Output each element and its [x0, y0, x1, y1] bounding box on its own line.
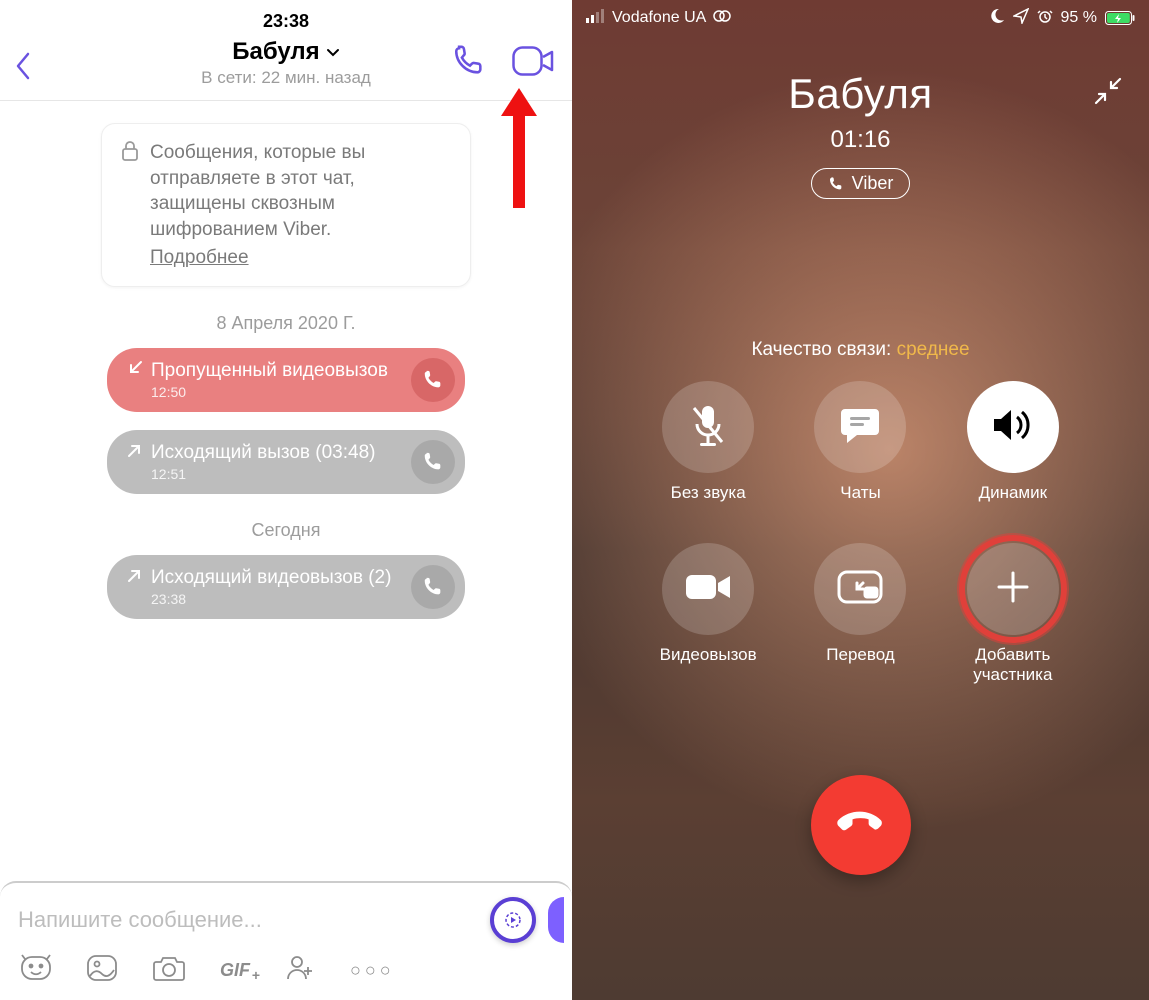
- hangup-button[interactable]: [811, 775, 911, 875]
- moon-icon: [989, 8, 1005, 29]
- viber-badge-text: Viber: [852, 173, 894, 194]
- call-title: Исходящий видеовызов (2): [151, 567, 391, 589]
- message-input-area: Напишите сообщение... GIF+: [0, 881, 572, 1000]
- battery-icon: [1105, 11, 1135, 25]
- date-separator: Сегодня: [14, 520, 558, 541]
- encryption-notice: Сообщения, которые вы отправляете в этот…: [101, 123, 471, 287]
- hangup-icon: [835, 797, 887, 854]
- back-button[interactable]: [14, 50, 32, 87]
- call-back-button[interactable]: [411, 565, 455, 609]
- viber-badge: Viber: [811, 168, 911, 199]
- video-button[interactable]: Видеовызов: [632, 543, 784, 687]
- arrow-out-icon: [127, 442, 143, 464]
- call-log-outgoing[interactable]: Исходящий видеовызов (2) 23:38: [107, 555, 465, 619]
- chats-button[interactable]: Чаты: [784, 381, 936, 525]
- lock-icon: [120, 140, 140, 170]
- call-header: Бабуля 01:16 Viber: [572, 36, 1149, 199]
- quality-label: Качество связи:: [751, 339, 896, 360]
- chat-icon: [839, 405, 881, 450]
- chat-body: Сообщения, которые вы отправляете в этот…: [0, 101, 572, 881]
- video-icon: [684, 571, 732, 608]
- call-title: Пропущенный видеовызов: [151, 360, 388, 382]
- add-label: Добавить участника: [937, 645, 1089, 687]
- chats-label: Чаты: [840, 483, 880, 525]
- mute-button[interactable]: Без звука: [632, 381, 784, 525]
- call-log-outgoing[interactable]: Исходящий вызов (03:48) 12:51: [107, 430, 465, 494]
- minimize-button[interactable]: [1093, 76, 1123, 111]
- call-title: Исходящий вызов (03:48): [151, 442, 376, 464]
- contact-name-text: Бабуля: [232, 38, 319, 66]
- location-icon: [1013, 8, 1029, 29]
- call-contact-name: Бабуля: [572, 70, 1149, 118]
- message-input[interactable]: Напишите сообщение...: [14, 901, 478, 939]
- add-participant-button[interactable]: Добавить участника: [937, 543, 1089, 687]
- scroll-fab[interactable]: [548, 897, 564, 943]
- call-screen: Vodafone UA 95 % Бабуля 01:16 Viber: [572, 0, 1149, 1000]
- carrier-label: Vodafone UA: [612, 9, 706, 27]
- call-log-missed[interactable]: Пропущенный видеовызов 12:50: [107, 348, 465, 412]
- battery-label: 95 %: [1061, 9, 1097, 27]
- date-separator: 8 Апреля 2020 Г.: [14, 313, 558, 334]
- encryption-text: Сообщения, которые вы отправляете в этот…: [150, 142, 365, 240]
- call-time: 12:51: [127, 466, 397, 482]
- contact-name[interactable]: Бабуля: [232, 38, 339, 66]
- chat-header: Бабуля В сети: 22 мин. назад: [0, 32, 572, 101]
- status-time: 23:38: [263, 11, 309, 32]
- voice-call-button[interactable]: [452, 44, 486, 83]
- arrow-in-icon: [127, 360, 143, 382]
- gallery-icon[interactable]: [86, 954, 118, 987]
- chat-screen: 23:38 Бабуля В сети: 22 мин. назад: [0, 0, 572, 1000]
- speaker-label: Динамик: [979, 483, 1047, 525]
- call-back-button[interactable]: [411, 440, 455, 484]
- transfer-icon: [835, 568, 885, 611]
- video-label: Видеовызов: [660, 645, 757, 687]
- call-time: 23:38: [127, 591, 397, 607]
- chevron-down-icon: [326, 38, 340, 66]
- speaker-button[interactable]: Динамик: [937, 381, 1089, 525]
- call-quality: Качество связи: среднее: [572, 339, 1149, 361]
- transfer-button[interactable]: Перевод: [784, 543, 936, 687]
- status-bar: 23:38: [0, 0, 572, 32]
- call-duration: 01:16: [572, 126, 1149, 154]
- video-call-button[interactable]: [512, 46, 554, 81]
- annotation-highlight: [959, 535, 1067, 643]
- quality-value: среднее: [897, 339, 970, 360]
- sticker-icon[interactable]: [20, 953, 52, 988]
- signal-icon: [586, 9, 606, 28]
- transfer-label: Перевод: [826, 645, 894, 687]
- speaker-icon: [990, 405, 1036, 450]
- mute-label: Без звука: [671, 483, 746, 525]
- more-icon[interactable]: ○○○: [350, 960, 395, 981]
- status-bar: Vodafone UA 95 %: [572, 0, 1149, 36]
- gif-icon[interactable]: GIF+: [220, 960, 250, 981]
- call-time: 12:50: [127, 384, 397, 400]
- mic-off-icon: [688, 402, 728, 453]
- hotspot-icon: [712, 9, 732, 28]
- voice-message-button[interactable]: [490, 897, 536, 943]
- call-back-button[interactable]: [411, 358, 455, 402]
- encryption-more-link[interactable]: Подробнее: [150, 245, 249, 271]
- call-controls: Без звука Чаты Динамик Видеовызов: [572, 361, 1149, 687]
- arrow-out-icon: [127, 567, 143, 589]
- mention-icon[interactable]: [284, 953, 316, 988]
- camera-icon[interactable]: [152, 954, 186, 987]
- alarm-icon: [1037, 8, 1053, 29]
